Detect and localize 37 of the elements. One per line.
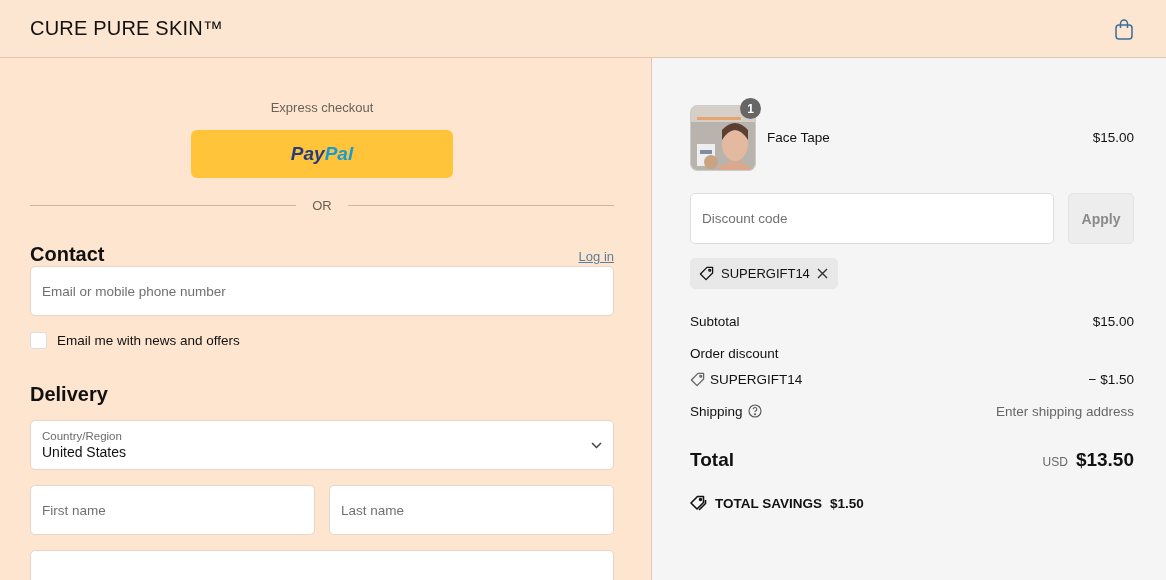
- close-icon[interactable]: [816, 268, 828, 279]
- paypal-button[interactable]: PayPal: [191, 130, 453, 178]
- email-field[interactable]: Email or mobile phone number: [30, 266, 614, 316]
- savings-amount: $1.50: [830, 495, 864, 511]
- line-label: Order discount: [690, 345, 779, 361]
- product-name: Face Tape: [767, 129, 831, 145]
- tag-icon: [690, 371, 705, 387]
- product-price: $15.00: [1092, 129, 1134, 145]
- checkbox[interactable]: [30, 332, 47, 349]
- savings-label: TOTAL SAVINGS: [715, 495, 822, 511]
- line-value: Enter shipping address: [995, 403, 1134, 419]
- tags-icon: [690, 495, 707, 511]
- quantity-badge: 1: [740, 98, 761, 119]
- line-value: − $1.50: [1088, 371, 1134, 387]
- section-heading: Contact: [30, 243, 105, 266]
- help-icon[interactable]: [747, 404, 762, 418]
- section-heading: Delivery: [30, 383, 109, 406]
- discount-code: SUPERGIFT14: [721, 266, 810, 281]
- line-value: $15.00: [1092, 313, 1134, 329]
- discount-code-field[interactable]: Discount code: [690, 193, 1054, 244]
- country-select[interactable]: Country/Region United States: [30, 420, 614, 470]
- section-label: Express checkout: [270, 100, 374, 115]
- currency-code: USD: [1042, 455, 1068, 469]
- last-name-field[interactable]: Last name: [329, 485, 614, 535]
- divider-label: OR: [312, 198, 332, 213]
- chevron-down-icon: [591, 441, 602, 449]
- checkbox-label: Email me with news and offers: [57, 333, 240, 348]
- line-label: Shipping: [690, 403, 743, 419]
- discount-code: SUPERGIFT14: [710, 371, 803, 387]
- line-label: Subtotal: [690, 313, 740, 329]
- total-label: Total: [690, 449, 734, 471]
- total-amount: $13.50: [1075, 449, 1134, 471]
- tag-icon: [699, 266, 714, 281]
- first-name-field[interactable]: First name: [30, 485, 315, 535]
- login-link[interactable]: Log in: [578, 249, 614, 264]
- shopping-bag-icon[interactable]: [1114, 17, 1134, 40]
- store-logo[interactable]: CURE PURE SKIN™: [30, 17, 224, 40]
